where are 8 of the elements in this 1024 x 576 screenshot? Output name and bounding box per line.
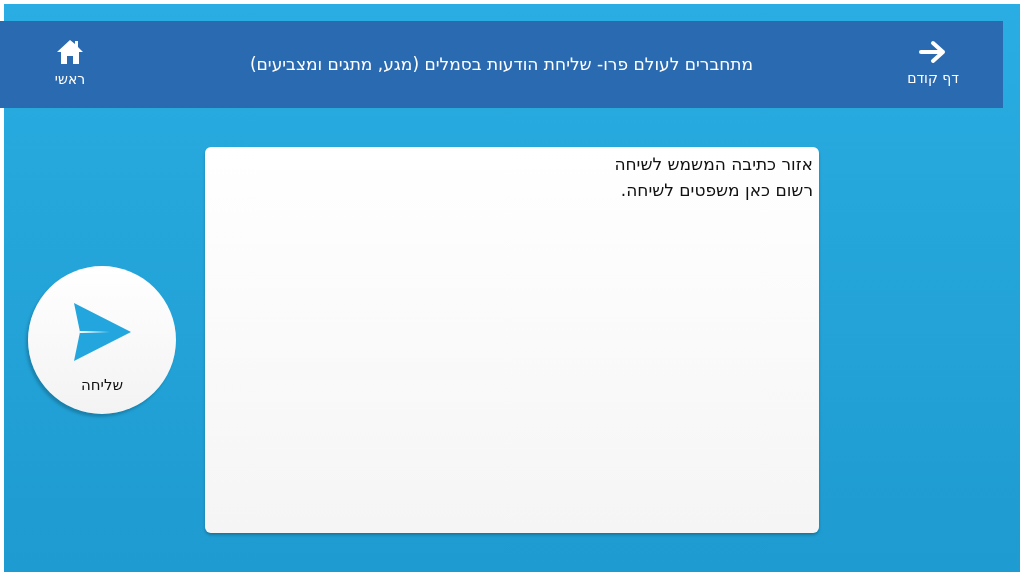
page-title: מתחברים לעולם פרו- שליחת הודעות בסמלים (מגע, מתגים ומצביעים) [248, 54, 755, 75]
send-icon [72, 302, 132, 363]
message-field[interactable]: אזור כתיבה המשמש לשיחה רשום כאן משפטים לשיחה. [205, 147, 819, 533]
send-button[interactable]: שליחה [28, 266, 176, 414]
home-button[interactable]: ראשי [0, 39, 140, 90]
home-icon [56, 39, 84, 65]
back-button[interactable]: דף קודם [863, 40, 1003, 89]
arrow-icon [919, 40, 947, 64]
